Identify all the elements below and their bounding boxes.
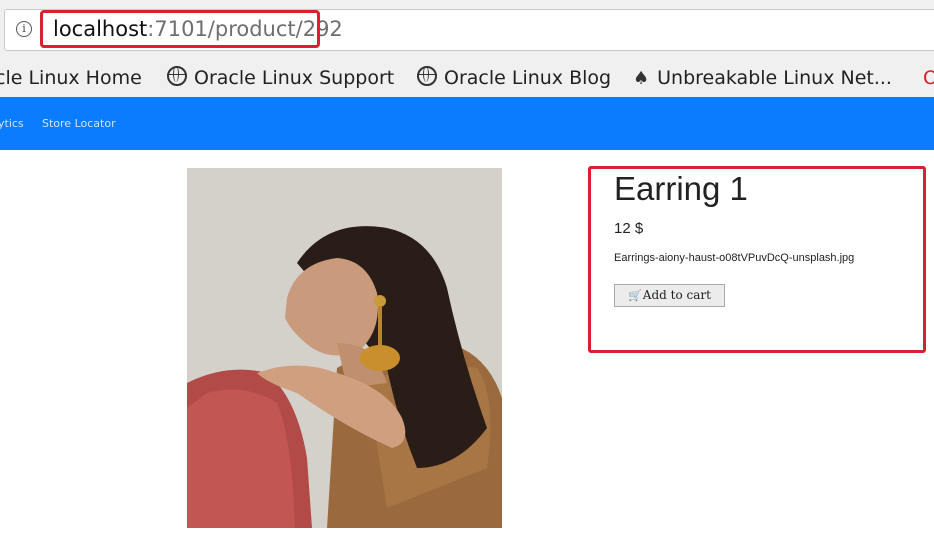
bookmark-label: cle Linux Home bbox=[0, 67, 142, 89]
bookmark-label: Oracle Linux Support bbox=[194, 67, 395, 89]
nav-item-analytics[interactable]: ytics bbox=[0, 97, 24, 150]
globe-icon bbox=[417, 66, 437, 86]
bookmark-label: Oracle Linux Blog bbox=[444, 67, 612, 89]
bookmark-unbreakable-linux-network[interactable]: ♠ Unbreakable Linux Net... bbox=[633, 59, 892, 97]
bookmarks-bar: cle Linux Home Oracle Linux Support Orac… bbox=[0, 59, 934, 97]
info-icon[interactable]: i bbox=[16, 21, 32, 37]
browser-toolbar: i localhost:7101/product/292 bbox=[0, 0, 934, 59]
nav-item-store-locator[interactable]: Store Locator bbox=[42, 97, 116, 150]
overflow-bookmark-icon[interactable]: O bbox=[923, 59, 934, 97]
add-to-cart-button[interactable]: 🛒Add to cart bbox=[614, 284, 725, 307]
bookmark-oracle-linux-blog[interactable]: Oracle Linux Blog bbox=[417, 59, 611, 97]
url-highlight-box bbox=[40, 10, 320, 48]
product-price: 12 $ bbox=[614, 220, 644, 237]
product-image-filename: Earrings-aiony-haust-o08tVPuvDcQ-unsplas… bbox=[614, 252, 855, 264]
bookmark-oracle-linux-support[interactable]: Oracle Linux Support bbox=[167, 59, 394, 97]
app-navbar: ytics Store Locator bbox=[0, 97, 934, 150]
product-title: Earring 1 bbox=[614, 170, 748, 207]
tux-icon: ♠ bbox=[633, 68, 650, 89]
globe-icon bbox=[167, 66, 187, 86]
cart-icon: 🛒 bbox=[628, 289, 642, 302]
bookmark-label: Unbreakable Linux Net... bbox=[657, 67, 892, 89]
bookmark-oracle-linux-home[interactable]: cle Linux Home bbox=[0, 59, 142, 97]
add-to-cart-label: Add to cart bbox=[642, 288, 711, 302]
product-image bbox=[187, 168, 502, 528]
